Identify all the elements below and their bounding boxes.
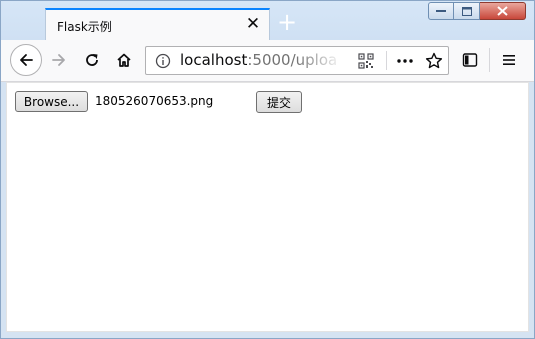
home-button[interactable] bbox=[112, 48, 136, 72]
minimize-button[interactable] bbox=[428, 2, 454, 20]
window-controls bbox=[428, 2, 528, 22]
minimize-icon bbox=[436, 10, 446, 12]
back-button[interactable] bbox=[10, 44, 42, 76]
tab-title: Flask示例 bbox=[57, 20, 112, 34]
reload-button[interactable] bbox=[80, 48, 104, 72]
hamburger-menu-icon bbox=[503, 55, 515, 65]
sidebar-button[interactable] bbox=[459, 49, 481, 71]
url-host: localhost bbox=[180, 51, 248, 69]
sidebar-icon bbox=[462, 53, 478, 67]
info-icon[interactable] bbox=[155, 53, 171, 69]
more-dots-icon[interactable] bbox=[396, 53, 414, 69]
reload-icon bbox=[86, 54, 98, 66]
navigation-toolbar: localhost:5000/uploa bbox=[1, 40, 534, 82]
url-fade bbox=[296, 47, 352, 74]
forward-arrow-icon bbox=[52, 54, 65, 66]
qr-code-icon[interactable] bbox=[358, 53, 374, 69]
url-separator bbox=[386, 51, 387, 70]
new-tab-icon[interactable]: + bbox=[276, 10, 298, 34]
forward-button[interactable] bbox=[47, 48, 71, 72]
browse-file-button[interactable]: Browse... bbox=[15, 91, 88, 112]
maximize-icon bbox=[461, 6, 472, 16]
close-window-button[interactable] bbox=[480, 2, 526, 20]
close-icon bbox=[497, 6, 508, 16]
address-bar[interactable]: localhost:5000/uploa bbox=[145, 46, 449, 75]
tab-flask-example[interactable]: Flask示例 ✕ bbox=[45, 8, 270, 40]
maximize-button[interactable] bbox=[454, 2, 480, 20]
toolbar-separator bbox=[489, 48, 490, 72]
bookmark-star-icon[interactable] bbox=[425, 52, 443, 70]
submit-button[interactable]: 提交 bbox=[256, 91, 302, 113]
window-bottom-border bbox=[0, 332, 535, 339]
menu-button[interactable] bbox=[498, 49, 520, 71]
tab-close-icon[interactable]: ✕ bbox=[243, 14, 263, 34]
page-content: Browse... 180526070653.png 提交 bbox=[6, 82, 529, 332]
selected-file-name: 180526070653.png bbox=[95, 94, 214, 108]
window-right-border bbox=[529, 82, 535, 332]
back-arrow-icon bbox=[20, 54, 33, 66]
title-bar: Flask示例 ✕ + bbox=[0, 0, 535, 40]
browser-window: Flask示例 ✕ + localhost:5000/uploa Browse.… bbox=[0, 0, 535, 339]
home-icon bbox=[117, 53, 131, 67]
